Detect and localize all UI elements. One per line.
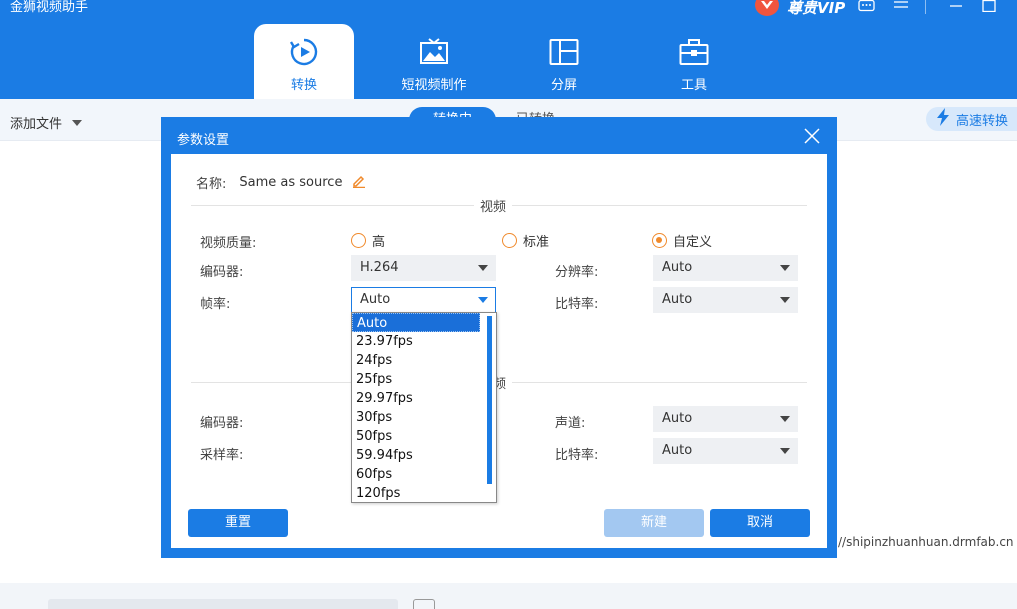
chevron-down-icon <box>72 119 83 126</box>
fast-convert-button[interactable]: 高速转换 <box>926 107 1017 131</box>
framerate-option[interactable]: 120fps <box>352 484 480 503</box>
framerate-option[interactable]: Auto <box>352 313 480 332</box>
tab-label: 工具 <box>680 78 707 93</box>
framerate-label: 帧率: <box>200 297 231 312</box>
radio-label: 自定义 <box>673 235 713 250</box>
quality-radio-custom[interactable]: 自定义 <box>652 231 712 250</box>
convert-icon <box>288 36 320 68</box>
main-tabs: 转换 短视频制作 分屏 工具 <box>254 24 774 99</box>
tab-label: 转换 <box>290 78 317 93</box>
framerate-dropdown-list: Auto 23.97fps 24fps 25fps 29.97fps 30fps… <box>351 312 497 503</box>
tab-split-screen[interactable]: 分屏 <box>514 24 614 99</box>
dialog-title: 参数设置 <box>177 133 230 148</box>
add-file-label: 添加文件 <box>10 117 63 132</box>
quality-radio-high[interactable]: 高 <box>351 231 385 250</box>
radio-icon <box>502 233 517 248</box>
message-icon[interactable] <box>857 0 877 14</box>
cancel-button[interactable]: 取消 <box>710 509 810 537</box>
name-row: 名称: Same as source <box>196 173 366 192</box>
audio-encoder-label: 编码器: <box>200 416 244 431</box>
split-screen-icon <box>548 36 580 68</box>
video-bitrate-select[interactable]: Auto <box>653 287 798 313</box>
video-section-label: 视频 <box>474 196 513 215</box>
framerate-option[interactable]: 50fps <box>352 427 480 446</box>
pencil-icon[interactable] <box>352 174 366 192</box>
video-bitrate-value: Auto <box>662 292 693 307</box>
name-value: Same as source <box>239 175 343 190</box>
tab-short-video[interactable]: 短视频制作 <box>384 24 484 99</box>
radio-label: 标准 <box>523 235 550 250</box>
chevron-down-icon <box>478 297 488 303</box>
window-controls-divider <box>925 0 926 14</box>
resolution-label: 分辨率: <box>555 265 599 280</box>
settings-dialog: 参数设置 名称: Same as source 视频 视频质量: 高 标准 自定… <box>161 117 837 558</box>
reset-button[interactable]: 重置 <box>188 509 288 537</box>
chevron-down-icon <box>780 265 790 271</box>
image-icon <box>418 36 450 68</box>
output-path-field[interactable] <box>48 599 398 609</box>
dialog-body: 名称: Same as source 视频 视频质量: 高 标准 自定义 编码器… <box>171 154 827 548</box>
channel-label: 声道: <box>555 416 586 431</box>
minimize-icon[interactable] <box>946 0 966 14</box>
chevron-down-icon <box>780 416 790 422</box>
channel-value: Auto <box>662 411 693 426</box>
framerate-option[interactable]: 60fps <box>352 465 480 484</box>
framerate-value: Auto <box>360 292 391 307</box>
folder-icon[interactable] <box>413 599 435 609</box>
radio-checked-icon <box>652 233 667 248</box>
framerate-option[interactable]: 29.97fps <box>352 389 480 408</box>
name-label: 名称: <box>196 177 227 192</box>
framerate-option[interactable]: 59.94fps <box>352 446 480 465</box>
dropdown-scrollbar-thumb[interactable] <box>487 316 492 484</box>
framerate-option[interactable]: 23.97fps <box>352 332 480 351</box>
framerate-select[interactable]: Auto <box>351 287 496 313</box>
add-file-button[interactable]: 添加文件 <box>10 113 83 132</box>
quality-label: 视频质量: <box>200 236 257 251</box>
video-bitrate-label: 比特率: <box>555 297 599 312</box>
resolution-value: Auto <box>662 260 693 275</box>
framerate-option[interactable]: 24fps <box>352 351 480 370</box>
close-icon[interactable] <box>803 127 821 145</box>
video-encoder-label: 编码器: <box>200 265 244 280</box>
video-encoder-select[interactable]: H.264 <box>351 255 496 281</box>
bottom-bar <box>0 583 1017 609</box>
menu-icon[interactable] <box>891 0 911 14</box>
tab-tools[interactable]: 工具 <box>644 24 744 99</box>
video-encoder-value: H.264 <box>360 260 399 275</box>
fast-convert-label: 高速转换 <box>956 113 1009 129</box>
audio-bitrate-label: 比特率: <box>555 448 599 463</box>
framerate-option[interactable]: 25fps <box>352 370 480 389</box>
vip-area[interactable]: 尊贵VIP <box>755 0 845 16</box>
app-title: 金狮视频助手 <box>10 0 89 15</box>
vip-badge-icon <box>755 0 779 16</box>
audio-bitrate-select[interactable]: Auto <box>653 438 798 464</box>
lightning-icon <box>936 108 950 130</box>
tab-label: 短视频制作 <box>401 78 467 93</box>
radio-label: 高 <box>372 235 386 250</box>
framerate-option[interactable]: 30fps <box>352 408 480 427</box>
quality-radio-standard[interactable]: 标准 <box>502 231 549 250</box>
channel-select[interactable]: Auto <box>653 406 798 432</box>
maximize-icon[interactable] <box>979 0 999 14</box>
resolution-select[interactable]: Auto <box>653 255 798 281</box>
new-button[interactable]: 新建 <box>604 509 704 537</box>
radio-icon <box>351 233 366 248</box>
audio-bitrate-value: Auto <box>662 443 693 458</box>
tab-convert[interactable]: 转换 <box>254 24 354 99</box>
chevron-down-icon <box>478 265 488 271</box>
samplerate-label: 采样率: <box>200 448 244 463</box>
vip-label: 尊贵VIP <box>787 0 846 17</box>
url-text: //shipinzhuanhuan.drmfab.cn <box>838 535 1014 549</box>
app-header: 金狮视频助手 尊贵VIP 转换 短视频制作 分屏 工具 <box>0 0 1017 99</box>
toolbox-icon <box>678 36 710 68</box>
chevron-down-icon <box>780 448 790 454</box>
tab-label: 分屏 <box>550 78 577 93</box>
chevron-down-icon <box>780 297 790 303</box>
